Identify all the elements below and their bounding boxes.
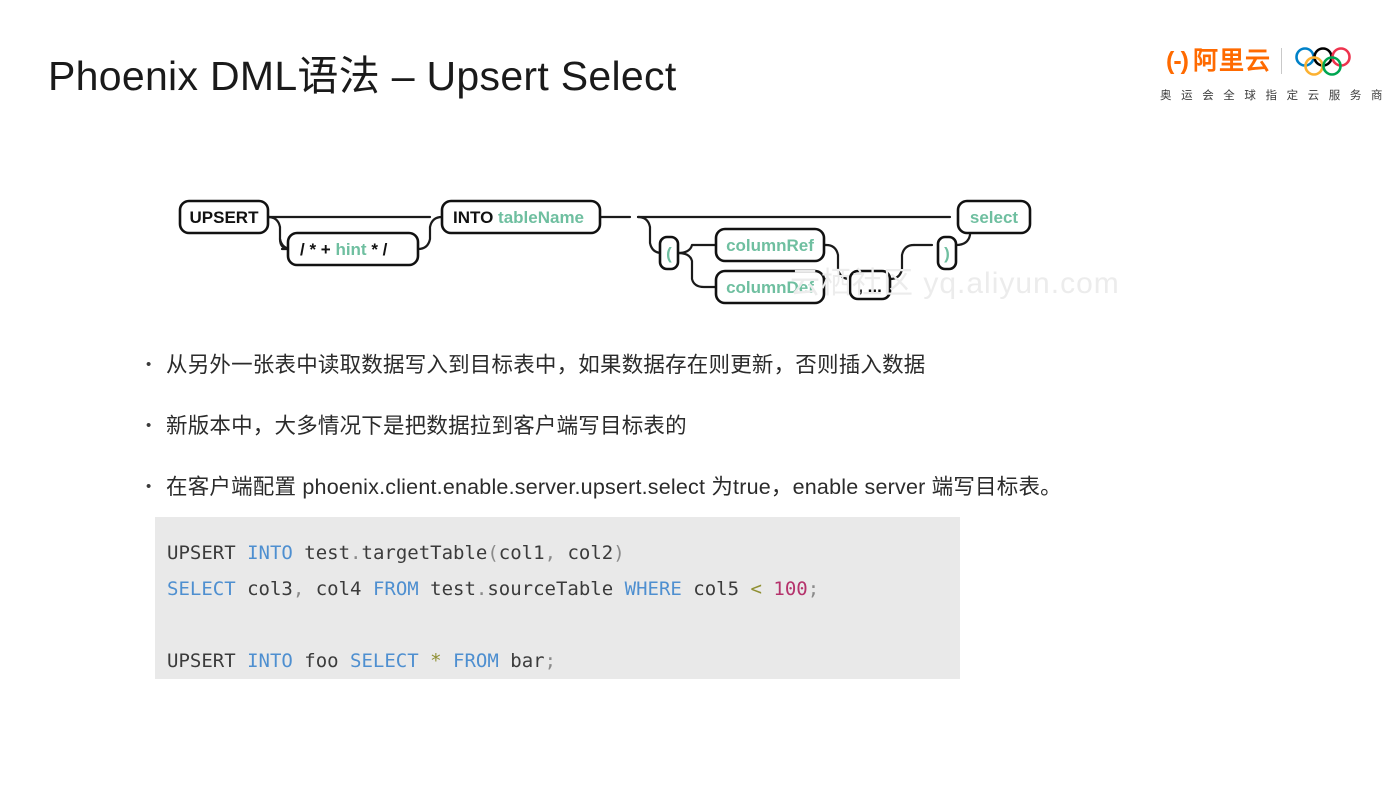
code-token: WHERE xyxy=(624,578,682,600)
logo-divider xyxy=(1281,48,1282,74)
code-token: foo xyxy=(292,650,351,672)
code-token: ( xyxy=(487,542,499,564)
slide-canvas: Phoenix DML语法 – Upsert Select (-) 阿里云 奥 … xyxy=(0,0,1400,788)
railroad-node-lparen: ( xyxy=(658,235,680,271)
code-token: SELECT xyxy=(350,650,419,672)
code-token: col1 xyxy=(498,542,545,564)
code-token: test xyxy=(292,542,351,564)
code-token: bar xyxy=(498,650,545,672)
railroad-node-hint: / * + hint * / xyxy=(286,231,420,267)
list-item: • 新版本中，大多情况下是把数据拉到客户端写目标表的 xyxy=(146,411,1346,442)
railroad-label-columnref: columnRef xyxy=(726,236,814,255)
code-token: ; xyxy=(807,578,820,600)
aliyun-logo-block: (-) 阿里云 奥 运 会 全 球 指 定 云 服 务 商 xyxy=(1160,44,1386,103)
railroad-label-hint: / * + hint * / xyxy=(300,240,388,259)
railroad-label-upsert: UPSERT xyxy=(190,208,260,227)
code-token: col3 xyxy=(235,578,293,600)
code-token: * xyxy=(430,650,442,672)
code-token: < xyxy=(750,578,762,600)
code-token: col4 xyxy=(304,578,373,600)
railroad-node-into: INTO tableName xyxy=(440,199,602,235)
logo-tagline: 奥 运 会 全 球 指 定 云 服 务 商 xyxy=(1160,90,1386,102)
bullet-text: 从另外一张表中读取数据写入到目标表中，如果数据存在则更新，否则插入数据 xyxy=(166,353,926,377)
aliyun-brand-name: 阿里云 xyxy=(1192,46,1271,75)
code-token: , xyxy=(544,542,557,564)
railroad-node-select: select xyxy=(956,199,1032,235)
code-token: 100 xyxy=(773,578,808,600)
code-token: ) xyxy=(613,542,625,564)
code-line: SELECT col3, col4 FROM test.sourceTable … xyxy=(167,571,960,607)
code-token: . xyxy=(475,578,488,600)
railroad-node-upsert: UPSERT xyxy=(178,199,270,235)
code-line: UPSERT INTO test.targetTable(col1, col2) xyxy=(167,535,960,571)
code-token: UPSERT xyxy=(167,650,248,672)
list-item: • 从另外一张表中读取数据写入到目标表中，如果数据存在则更新，否则插入数据 xyxy=(146,350,1346,381)
code-token: sourceTable xyxy=(487,578,625,600)
aliyun-cloud-glyph-icon: (-) xyxy=(1166,46,1189,75)
code-token: FROM xyxy=(372,578,419,600)
railroad-label-select: select xyxy=(970,208,1019,227)
code-token: col5 xyxy=(681,578,751,600)
code-token: ; xyxy=(544,650,557,672)
logo-row: (-) 阿里云 xyxy=(1160,44,1372,78)
railroad-label-into: INTO tableName xyxy=(453,208,584,227)
bullet-list: • 从另外一张表中读取数据写入到目标表中，如果数据存在则更新，否则插入数据 • … xyxy=(146,350,1346,534)
code-line: UPSERT INTO foo SELECT * FROM bar; xyxy=(167,643,960,679)
code-token: UPSERT xyxy=(167,542,248,564)
code-token: INTO xyxy=(247,542,293,564)
code-token: test xyxy=(418,578,476,600)
bullet-marker-icon: • xyxy=(146,417,152,435)
bullet-text: 在客户端配置 phoenix.client.enable.server.upse… xyxy=(166,475,1062,500)
aliyun-brand-mark: (-) 阿里云 xyxy=(1166,46,1271,75)
code-token: , xyxy=(292,578,305,600)
bullet-marker-icon: • xyxy=(146,356,152,373)
page-title: Phoenix DML语法 – Upsert Select xyxy=(48,53,677,99)
code-block: UPSERT INTO test.targetTable(col1, col2)… xyxy=(155,517,960,679)
watermark-text: 云栖社区 yq.aliyun.com xyxy=(790,267,1120,300)
code-token: SELECT xyxy=(167,578,236,600)
code-token: col2 xyxy=(556,542,614,564)
code-token: . xyxy=(350,542,362,564)
code-token: targetTable xyxy=(361,542,488,564)
railroad-label-lparen: ( xyxy=(666,244,672,263)
code-token: FROM xyxy=(453,650,499,672)
railroad-node-columnref: columnRef xyxy=(714,227,826,263)
list-item: • 在客户端配置 phoenix.client.enable.server.up… xyxy=(146,472,1346,503)
bullet-text: 新版本中，大多情况下是把数据拉到客户端写目标表的 xyxy=(166,414,687,439)
olympic-rings-icon xyxy=(1295,47,1351,76)
bullet-marker-icon: • xyxy=(146,478,152,496)
code-token: INTO xyxy=(247,650,293,672)
